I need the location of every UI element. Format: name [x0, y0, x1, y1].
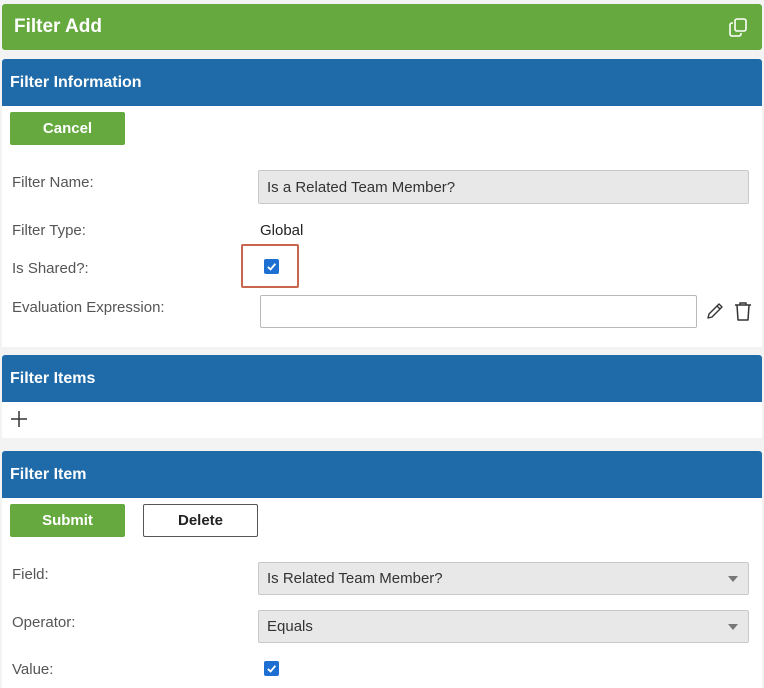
value-label: Value: [12, 661, 54, 678]
delete-button[interactable]: Delete [143, 504, 258, 537]
page-header: Filter Add [2, 4, 762, 50]
section-title: Filter Item [10, 465, 87, 483]
is-shared-label: Is Shared?: [12, 260, 89, 277]
chevron-down-icon [728, 575, 738, 582]
field-select[interactable]: Is Related Team Member? [258, 562, 749, 595]
filter-type-label: Filter Type: [12, 222, 86, 239]
evaluation-expression-input[interactable] [260, 295, 697, 328]
checkmark-icon [267, 263, 277, 271]
filter-items-panel [2, 402, 762, 438]
pencil-icon[interactable] [704, 300, 726, 322]
field-label: Field: [12, 566, 49, 583]
filter-name-field[interactable]: Is a Related Team Member? [258, 170, 749, 204]
value-checkbox[interactable] [264, 661, 279, 676]
filter-items-header: Filter Items [2, 355, 762, 402]
filter-name-label: Filter Name: [12, 174, 94, 191]
field-selected-value: Is Related Team Member? [267, 570, 443, 587]
chevron-down-icon [728, 623, 738, 630]
page-title: Filter Add [14, 16, 102, 37]
filter-item-header: Filter Item [2, 451, 762, 498]
operator-label: Operator: [12, 614, 76, 631]
copy-icon[interactable] [727, 16, 749, 38]
operator-select[interactable]: Equals [258, 610, 749, 643]
cancel-button[interactable]: Cancel [10, 112, 125, 145]
filter-information-header: Filter Information [2, 59, 762, 106]
filter-name-value: Is a Related Team Member? [267, 178, 456, 196]
operator-selected-value: Equals [267, 618, 313, 635]
evaluation-expression-label: Evaluation Expression: [12, 299, 165, 316]
section-title: Filter Items [10, 369, 96, 387]
plus-icon[interactable] [10, 410, 28, 428]
trash-icon[interactable] [732, 299, 754, 323]
section-title: Filter Information [10, 73, 142, 91]
filter-type-value: Global [260, 222, 304, 239]
checkmark-icon [267, 665, 277, 673]
is-shared-checkbox[interactable] [264, 259, 279, 274]
submit-button[interactable]: Submit [10, 504, 125, 537]
